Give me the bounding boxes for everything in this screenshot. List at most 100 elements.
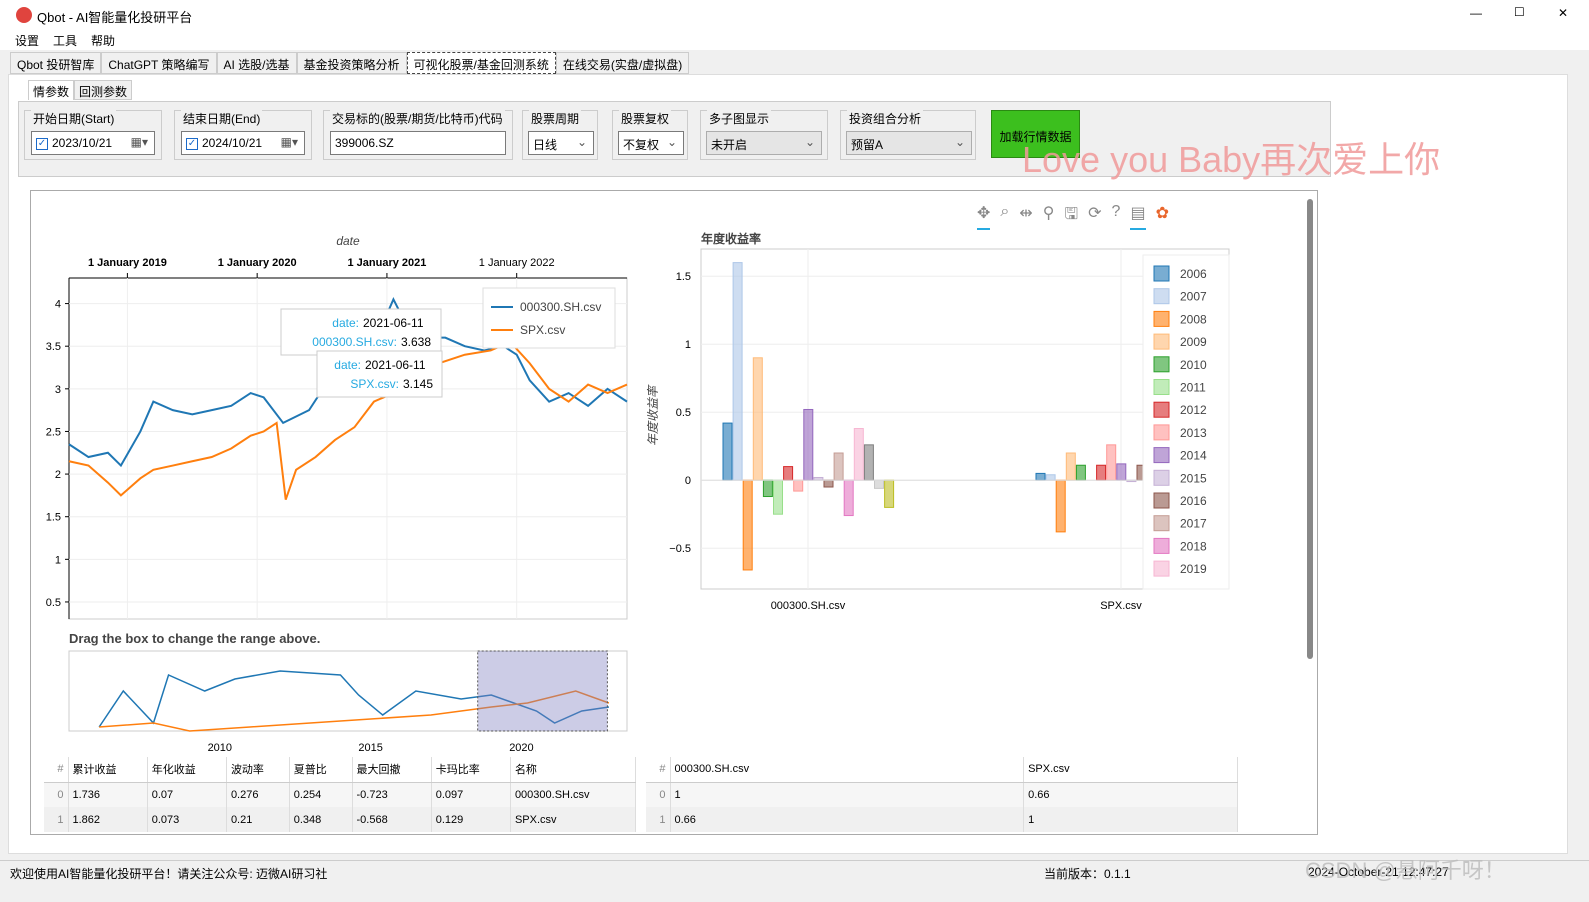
price-chart[interactable]: date 1 January 2019 1 January 2020 1 Januar…	[31, 191, 671, 631]
legend-label: 2006	[1180, 267, 1207, 281]
menu-help[interactable]: 帮助	[84, 30, 122, 51]
menu-tools[interactable]: 工具	[46, 30, 84, 51]
range-title: Drag the box to change the range above.	[69, 631, 320, 646]
hover-icon[interactable]: ⚲	[1043, 203, 1055, 230]
portfolio-select[interactable]: 预留A ⌄	[846, 131, 972, 155]
code-input[interactable]: 399006.SZ	[330, 131, 506, 155]
multi-label: 多子图显示	[707, 110, 772, 127]
legend-label: 2015	[1180, 471, 1207, 485]
scrollbar[interactable]	[1307, 199, 1313, 659]
tab-trading[interactable]: 在线交易(实盘/虚拟盘)	[555, 52, 690, 74]
table-cell: 0	[646, 782, 671, 807]
chart-toolbar: ✥ ⌕ ⇹ ⚲ 🖫 ⟳? ▤ ✿	[977, 203, 1169, 230]
tab-backtest[interactable]: 可视化股票/基金回测系统	[406, 52, 556, 74]
table-cell: 0.348	[289, 807, 353, 832]
help-icon[interactable]: ?	[1112, 203, 1121, 230]
save-icon[interactable]: 🖫	[1065, 203, 1079, 230]
tooltip-icon[interactable]: ▤	[1130, 203, 1146, 230]
reset-icon[interactable]: ⟳	[1088, 203, 1101, 230]
bar-legend: 2006 2007 2008 2009 2010 2011 2012 2013 2014 2015…	[1142, 254, 1230, 590]
column-header[interactable]: 最大回撤	[352, 757, 432, 783]
checkbox-icon[interactable]: ✓	[36, 137, 48, 150]
maximize-button[interactable]: ☐	[1514, 5, 1525, 19]
adjust-label: 股票复权	[619, 110, 672, 127]
adjust-group: 股票复权 不复权 ⌄	[612, 110, 688, 160]
start-date-label: 开始日期(Start)	[31, 110, 117, 127]
checkbox-icon[interactable]: ✓	[186, 137, 198, 150]
calendar-dropdown-icon[interactable]: ▦▾	[131, 135, 148, 149]
xwheel-zoom-icon[interactable]: ⇹	[1019, 203, 1032, 230]
main-tabs: Qbot 投研智库 ChatGPT 策略编写 AI 选股/选基 基金投资策略分析…	[10, 52, 690, 74]
y-tick-label: 3	[55, 384, 61, 396]
column-header[interactable]: 年化收益	[147, 757, 227, 783]
column-header[interactable]: SPX.csv	[1023, 757, 1238, 783]
stats-row[interactable]: 0 1.736 0.07 0.276 0.254 -0.723 0.097 000300.SH…	[44, 782, 637, 807]
column-header[interactable]: 夏普比	[289, 757, 353, 783]
legend-swatch	[1153, 560, 1170, 577]
tab-research[interactable]: Qbot 投研智库	[10, 52, 102, 74]
range-tick-label: 2015	[358, 742, 382, 754]
pan-icon[interactable]: ✥	[977, 203, 991, 230]
period-label: 股票周期	[529, 110, 582, 127]
bar-2022-000300.SH.csv	[884, 479, 895, 508]
tooltip-value: 3.638	[401, 335, 431, 349]
legend-label: SPX.csv	[520, 323, 565, 337]
legend-label: 2010	[1180, 358, 1207, 372]
bar-2013-000300.SH.csv	[793, 479, 804, 492]
legend-label: 2009	[1180, 335, 1207, 349]
range-tick-label: 2020	[509, 742, 533, 754]
app-logo-icon	[16, 7, 32, 23]
end-date-value: 2024/10/21	[202, 136, 263, 150]
legend-swatch	[1153, 424, 1170, 441]
tab-chatgpt[interactable]: ChatGPT 策略编写	[101, 52, 217, 74]
legend-swatch	[1153, 379, 1170, 395]
annual-return-chart[interactable]: 年度收益率 −0.5 0 0.5 1 1.5 年度收益率 000300.SH.csv SPX.c…	[641, 231, 1241, 631]
column-header[interactable]: 卡玛比率	[431, 757, 511, 783]
tooltip-label: date:	[332, 316, 359, 330]
box-zoom-icon[interactable]: ⌕	[1000, 203, 1009, 230]
version-label: 当前版本：0.1.1	[1044, 867, 1131, 881]
top-tick-label: 1 January 2021	[347, 257, 426, 269]
table-cell: SPX.csv	[510, 807, 637, 832]
subtab-backtest[interactable]: 回测参数	[74, 80, 133, 100]
legend-swatch	[1153, 356, 1170, 373]
multi-select[interactable]: 未开启 ⌄	[706, 131, 822, 155]
column-header[interactable]: 000300.SH.csv	[670, 757, 1025, 783]
period-select[interactable]: 日线 ⌄	[528, 131, 594, 155]
y-tick-label: 0.5	[46, 597, 61, 609]
chevron-down-icon: ⌄	[804, 135, 815, 149]
column-header[interactable]: 名称	[510, 757, 637, 783]
subtab-market[interactable]: 情参数	[28, 80, 75, 100]
legend-box	[482, 287, 616, 349]
multi-group: 多子图显示 未开启 ⌄	[700, 110, 828, 160]
portfolio-value: 预留A	[851, 138, 884, 152]
table-cell: 1.862	[68, 807, 148, 832]
column-header[interactable]: #	[646, 757, 671, 783]
end-date-picker[interactable]: ✓ 2024/10/21 ▦▾	[181, 131, 305, 155]
column-header[interactable]: #	[44, 757, 69, 783]
chevron-down-icon: ⌄	[576, 135, 587, 149]
bar-2016-000300.SH.csv	[823, 479, 834, 488]
tab-ai-select[interactable]: AI 选股/选基	[216, 52, 297, 74]
table-cell: 0.66	[670, 807, 1025, 832]
column-header[interactable]: 累计收益	[68, 757, 148, 783]
chevron-down-icon: ⌄	[666, 135, 677, 149]
adjust-select[interactable]: 不复权 ⌄	[618, 131, 684, 155]
minimize-button[interactable]: —	[1470, 6, 1482, 20]
close-button[interactable]: ✕	[1558, 6, 1568, 20]
bar-2009-SPX.csv	[1065, 452, 1076, 481]
corr-row[interactable]: 0 1 0.66	[646, 782, 1238, 807]
menu-settings[interactable]: 设置	[8, 30, 46, 51]
multi-value: 未开启	[711, 138, 748, 152]
range-selection-box[interactable]	[477, 650, 608, 732]
column-header[interactable]: 波动率	[226, 757, 290, 783]
tab-fund[interactable]: 基金投资策略分析	[296, 52, 407, 74]
legend-label: 2008	[1180, 312, 1207, 326]
stats-row[interactable]: 1 1.862 0.073 0.21 0.348 -0.568 0.129 SPX.csv	[44, 807, 637, 832]
start-date-picker[interactable]: ✓ 2023/10/21 ▦▾	[31, 131, 155, 155]
corr-row[interactable]: 1 0.66 1	[646, 807, 1238, 832]
calendar-dropdown-icon[interactable]: ▦▾	[281, 135, 298, 149]
bar-2010-000300.SH.csv	[762, 479, 773, 498]
legend-swatch	[1153, 469, 1170, 486]
range-chart[interactable]: Drag the box to change the range above. 2…	[31, 626, 671, 756]
